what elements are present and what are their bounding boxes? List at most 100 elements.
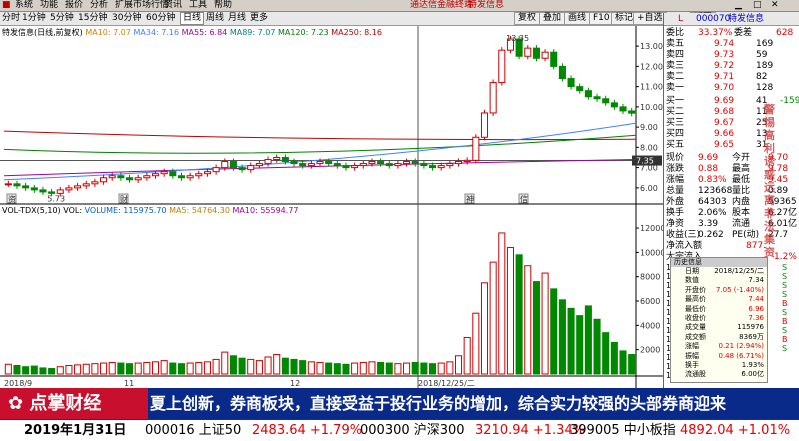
date-label: 11 — [124, 379, 134, 388]
period-15min[interactable]: 15分钟 — [78, 13, 107, 24]
f10-button[interactable]: F10 — [589, 12, 614, 25]
volume-bar — [489, 261, 497, 375]
menu-help[interactable]: 帮助 — [214, 0, 232, 11]
add-watchlist-button[interactable]: +自选 — [633, 12, 667, 25]
candle-body — [212, 167, 220, 173]
overlay-button[interactable]: 叠加 — [539, 12, 566, 25]
volume-bar — [238, 357, 246, 375]
sell-volume: 189 — [756, 61, 774, 71]
price-tick-label: 6.00 — [640, 184, 658, 193]
candle-body — [567, 78, 575, 88]
period-monthly[interactable]: 月线 — [228, 13, 246, 24]
price-tick-label: 11.00 — [640, 83, 663, 92]
menu-tools[interactable]: 工具 — [189, 0, 207, 11]
candle-body — [377, 161, 385, 165]
volume-bar — [56, 366, 64, 375]
menu-news[interactable]: 资讯 — [164, 0, 182, 11]
minimize-icon[interactable]: ▁ — [735, 0, 742, 11]
candle-body — [333, 163, 341, 167]
candle-body — [4, 183, 12, 186]
candle-body — [420, 163, 428, 167]
index-sh-code: 000016 上证50 — [145, 423, 242, 438]
popup-value: 7.44 — [748, 295, 764, 304]
period-weekly[interactable]: 周线 — [206, 13, 224, 24]
close-icon[interactable]: ✕ — [771, 0, 779, 11]
candle-body — [281, 157, 289, 163]
period-daily[interactable]: 日线 — [180, 12, 205, 25]
popup-key: 开盘价 — [685, 285, 706, 294]
candle-body — [489, 82, 497, 114]
candle-body — [359, 163, 367, 167]
stat-value: 0.88 — [698, 164, 719, 174]
volume-bar — [351, 362, 359, 375]
period-5min[interactable]: 5分钟 — [50, 13, 74, 24]
candle-body — [82, 183, 90, 187]
adjust-button[interactable]: 复权 — [514, 12, 541, 25]
volume-tick-label: 6000 — [640, 297, 660, 306]
candle-body — [56, 189, 64, 194]
sell-volume: 82 — [756, 72, 768, 82]
candle-body — [65, 187, 73, 191]
period-30min[interactable]: 30分钟 — [112, 13, 141, 24]
stat-value: 2.06% — [698, 208, 727, 218]
quote-title-bar: L 000070 特发信息 — [664, 13, 799, 26]
stat-row: 换手 2.06% 股本 6.27亿 — [664, 208, 799, 219]
candle-body — [385, 163, 393, 167]
popup-value: 6.96 — [748, 304, 764, 313]
tick-side: S — [782, 308, 788, 317]
menu-analysis[interactable]: 分析 — [90, 0, 108, 11]
sell-price: 9.74 — [714, 39, 735, 49]
period-1min[interactable]: 1分钟 — [22, 13, 46, 24]
volume-bar — [480, 282, 489, 375]
popup-key: 换手 — [685, 360, 699, 369]
popup-row: 最低价 6.96 — [671, 305, 767, 314]
stat-label-2: 流通 — [732, 219, 751, 229]
kline-chart[interactable]: 特发信息(日线,前复权) MA10: 7.07 MA34: 7.16 MA55:… — [0, 26, 663, 388]
stat-row: 涨跌 0.88 最高 9.78 — [664, 164, 799, 175]
period-60min[interactable]: 60分钟 — [146, 13, 175, 24]
stat-value: 0.262 — [698, 230, 724, 240]
event-marker: 资 — [8, 194, 16, 204]
maximize-icon[interactable]: □ — [753, 0, 762, 11]
menu-function[interactable]: 功能 — [40, 0, 58, 11]
tick-side: S — [782, 281, 788, 290]
history-popup[interactable]: 历史信息 日期 2018/12/25/二 数值 7.34 开盘价 7.05 (-1.40%)… — [670, 257, 768, 383]
candle-body — [342, 165, 350, 169]
sell-row: 卖四 9.73 59 — [664, 50, 799, 61]
index-sme-code: 399005 中小板指 — [570, 423, 676, 438]
menu-quote[interactable]: 报价 — [65, 0, 83, 11]
volume-bar — [143, 361, 151, 375]
quote-panel: L 000070 特发信息 委比 33.37% 委差 628 卖五 9.74 169 卖四 9.… — [663, 13, 799, 388]
volume-bar — [420, 362, 428, 375]
volume-bar — [273, 354, 281, 375]
buy-price: 9.69 — [714, 96, 735, 106]
sell-label: 卖二 — [666, 72, 685, 82]
stock-title: 特发信息 — [468, 0, 505, 10]
volume-bar — [454, 355, 463, 375]
candle-body — [403, 161, 411, 165]
stat-value: 0.83% — [698, 175, 727, 185]
menu-extended-market[interactable]: 扩展市场行情 — [115, 0, 169, 11]
period-intraday[interactable]: 分时 — [2, 13, 20, 24]
popup-title[interactable]: 历史信息 — [671, 258, 767, 267]
period-more[interactable]: 更多 — [250, 13, 268, 24]
volume-bar — [82, 363, 90, 375]
candle-body — [195, 173, 203, 177]
stat-label: 净资 — [666, 219, 685, 229]
sell-volume: 169 — [756, 39, 774, 49]
ma250-line — [3, 130, 637, 141]
draw-button[interactable]: 画线 — [564, 12, 591, 25]
volume-bar — [212, 358, 220, 375]
volume-bar — [411, 361, 419, 375]
volume-bar — [221, 351, 229, 375]
chart-canvas[interactable]: 13.0012.0011.0010.009.008.007.006.007.35… — [0, 26, 663, 388]
popup-value: 1.93% — [741, 360, 764, 369]
event-marker: 财 — [120, 194, 128, 204]
popup-value: 6.00亿 — [741, 370, 764, 379]
candle-body — [602, 98, 610, 104]
app-logo-icon[interactable]: ■ — [2, 0, 11, 11]
buy-label: 买三 — [666, 118, 685, 128]
diff-value: 628 — [776, 28, 794, 38]
candle-body — [255, 163, 263, 167]
menu-system[interactable]: 系统 — [15, 0, 33, 11]
